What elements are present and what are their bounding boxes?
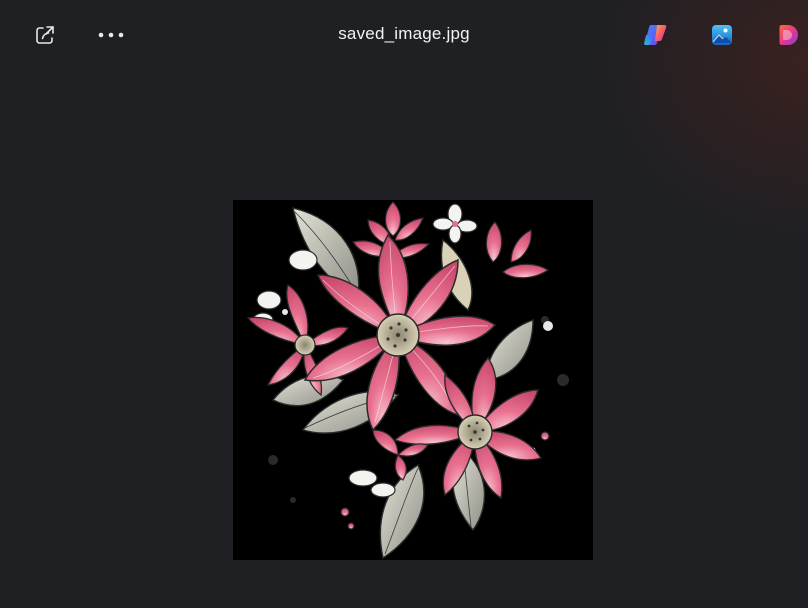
top-toolbar: saved_image.jpg (0, 0, 808, 72)
designer-icon (779, 25, 798, 45)
photos-app-button[interactable] (704, 17, 740, 53)
pink-flowers-illustration (246, 201, 569, 560)
window-title: saved_image.jpg (338, 24, 470, 43)
photos-app-icon (712, 25, 732, 45)
designer-button[interactable] (771, 17, 807, 53)
copilot-button[interactable] (638, 17, 674, 53)
copilot-icon (644, 25, 667, 45)
image-canvas[interactable] (233, 200, 593, 560)
